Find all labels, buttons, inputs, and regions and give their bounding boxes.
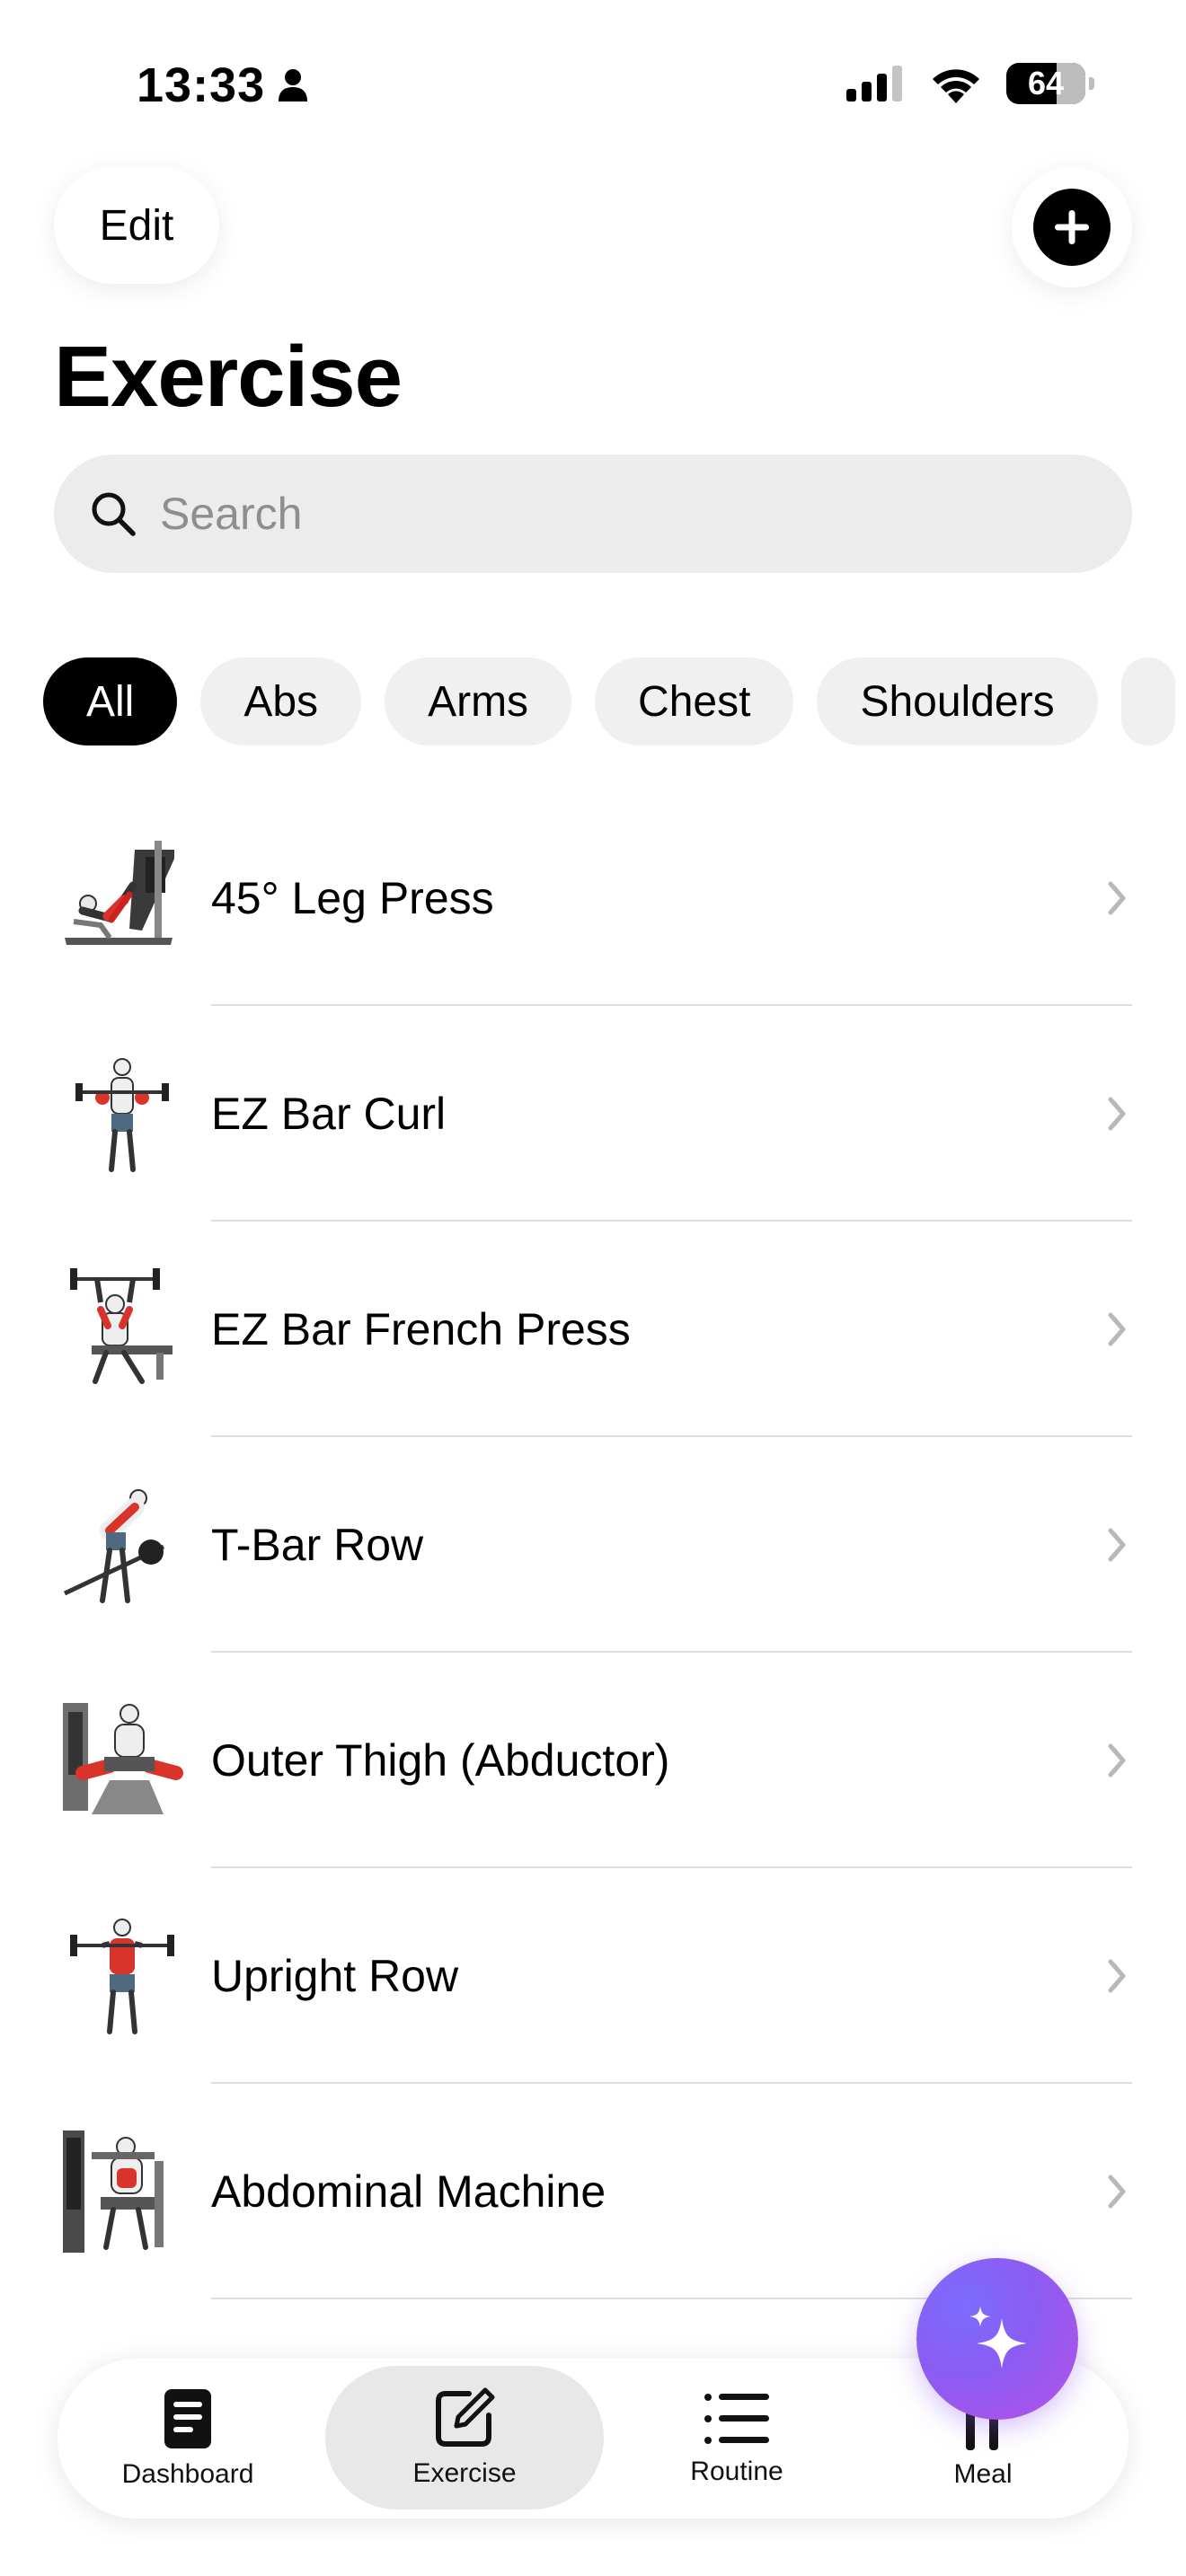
tab-label: Exercise (412, 2458, 517, 2488)
exercise-name: Abdominal Machine (211, 2166, 606, 2217)
tab-exercise[interactable]: Exercise (325, 2366, 604, 2510)
exercise-name: T-Bar Row (211, 1520, 424, 1570)
chevron-right-icon (1108, 1528, 1126, 1562)
app-root: 13:33 64 Edit Exercise Search All Abs Ar… (0, 0, 1186, 2576)
exercise-name: EZ Bar French Press (211, 1304, 631, 1354)
exercise-row-ez-bar-french-press[interactable]: EZ Bar French Press (0, 1222, 1186, 1437)
filter-chip-shoulders[interactable]: Shoulders (817, 657, 1098, 745)
chevron-right-icon (1108, 1097, 1126, 1131)
document-icon (164, 2389, 211, 2448)
tab-label: Dashboard (121, 2459, 254, 2489)
exercise-thumbnail-abdominal-machine (56, 2125, 189, 2258)
exercise-thumbnail-t-bar-row (56, 1478, 189, 1611)
chevron-right-icon (1108, 2175, 1126, 2209)
ai-assistant-button[interactable] (916, 2258, 1078, 2420)
exercise-thumbnail-ez-bar-curl (56, 1047, 189, 1180)
chevron-right-icon (1108, 1959, 1126, 1993)
exercise-list: 45° Leg Press EZ Bar Curl EZ Bar French … (0, 790, 1186, 2299)
plus-circle (1033, 189, 1111, 266)
tab-routine[interactable]: Routine (629, 2359, 845, 2519)
filter-chip-overflow[interactable] (1120, 657, 1175, 745)
search-icon (92, 492, 136, 536)
page-title: Exercise (54, 329, 403, 425)
exercise-name: Outer Thigh (Abductor) (211, 1735, 670, 1786)
exercise-name: 45° Leg Press (211, 873, 494, 923)
chevron-right-icon (1108, 1743, 1126, 1778)
exercise-row-t-bar-row[interactable]: T-Bar Row (0, 1437, 1186, 1653)
status-bar: 13:33 64 (0, 0, 1186, 171)
exercise-row-leg-press[interactable]: 45° Leg Press (0, 790, 1186, 1006)
edit-button[interactable]: Edit (54, 167, 219, 284)
sparkles-icon (969, 2306, 1027, 2369)
battery-cap (1089, 77, 1094, 90)
exercise-thumbnail-leg-press (56, 832, 189, 965)
exercise-name: EZ Bar Curl (211, 1089, 447, 1139)
chevron-right-icon (1108, 881, 1126, 915)
exercise-row-outer-thigh-abductor[interactable]: Outer Thigh (Abductor) (0, 1653, 1186, 1868)
cellular-signal-icon (846, 66, 902, 101)
wifi-icon (933, 69, 979, 103)
exercise-thumbnail-outer-thigh-abductor (56, 1694, 189, 1827)
exercise-name: Upright Row (211, 1951, 459, 2001)
exercise-thumbnail-ez-bar-french-press (56, 1263, 189, 1396)
status-indicators: 64 (846, 63, 1094, 104)
status-time: 13:33 (137, 57, 308, 113)
tab-label: Routine (690, 2457, 783, 2486)
plus-icon (1055, 210, 1089, 244)
filter-chip-arms[interactable]: Arms (385, 657, 572, 745)
list-icon (704, 2394, 769, 2444)
status-time-text: 13:33 (137, 58, 266, 112)
battery-indicator: 64 (1006, 63, 1094, 104)
search-input[interactable] (160, 488, 969, 540)
exercise-thumbnail-upright-row (56, 1910, 189, 2042)
tab-dashboard[interactable]: Dashboard (84, 2359, 291, 2519)
search-bar[interactable] (54, 454, 1132, 573)
tab-label: Meal (953, 2459, 1013, 2489)
exercise-row-upright-row[interactable]: Upright Row (0, 1868, 1186, 2084)
battery-level-text: 64 (1027, 65, 1065, 101)
chevron-right-icon (1108, 1312, 1126, 1346)
add-exercise-button[interactable] (1012, 167, 1132, 287)
muscle-filter-chips: All Abs Arms Chest Shoulders (43, 657, 1186, 745)
exercise-row-ez-bar-curl[interactable]: EZ Bar Curl (0, 1006, 1186, 1222)
filter-chip-chest[interactable]: Chest (595, 657, 794, 745)
person-icon (279, 69, 308, 101)
filter-chip-all[interactable]: All (43, 657, 178, 745)
edit-square-icon (436, 2387, 495, 2447)
filter-chip-abs[interactable]: Abs (200, 657, 362, 745)
